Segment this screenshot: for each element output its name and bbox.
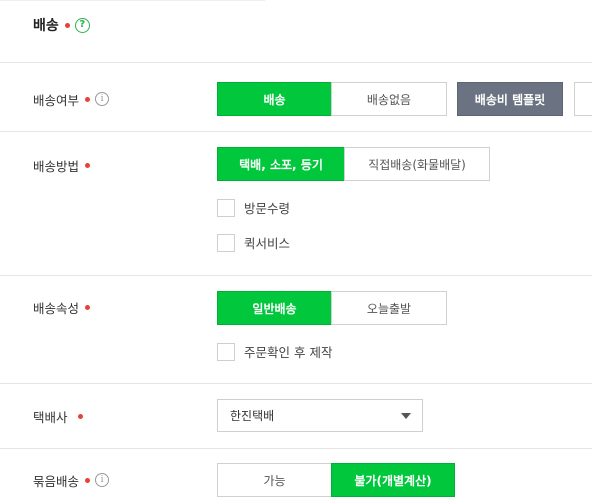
bundle-available-button[interactable]: 가능	[217, 463, 332, 497]
delivery-method-label-group: 배송방법	[33, 157, 91, 174]
checkbox-box[interactable]	[217, 342, 235, 361]
direct-delivery-button[interactable]: 직접배송(화물배달)	[344, 147, 490, 181]
same-day-dispatch-button[interactable]: 오늘출발	[331, 291, 447, 325]
checkbox-label: 퀵서비스	[244, 236, 291, 251]
checkbox-label: 주문확인 후 제작	[244, 345, 333, 360]
divider	[0, 448, 592, 449]
next-button-partial[interactable]	[574, 82, 592, 116]
divider	[0, 383, 592, 384]
bundle-unavailable-button[interactable]: 불가(개별계산)	[331, 463, 455, 497]
bundle-delivery-label: 묶음배송	[33, 473, 80, 489]
divider	[0, 275, 592, 276]
delivery-none-button[interactable]: 배송없음	[331, 82, 447, 116]
info-icon[interactable]: i	[95, 473, 110, 487]
parcel-delivery-button[interactable]: 택배, 소포, 등기	[217, 147, 345, 181]
quick-service-checkbox[interactable]: 퀵서비스	[217, 233, 290, 252]
delivery-status-label: 배송여부	[33, 92, 80, 108]
section-header: 배송 ?	[33, 15, 90, 35]
checkbox-box[interactable]	[217, 198, 235, 217]
section-title: 배송	[33, 18, 59, 34]
delivery-yes-button[interactable]: 배송	[217, 82, 332, 116]
required-indicator	[85, 96, 91, 102]
delivery-status-label-group: 배송여부 i	[33, 91, 110, 108]
shipping-fee-template-button[interactable]: 배송비 템플릿	[457, 82, 563, 116]
courier-label: 택배사	[33, 409, 68, 425]
top-divider	[0, 0, 265, 1]
required-indicator	[85, 304, 91, 310]
info-icon[interactable]: i	[95, 92, 110, 106]
required-indicator	[64, 22, 70, 28]
made-to-order-checkbox[interactable]: 주문확인 후 제작	[217, 342, 332, 361]
delivery-attribute-label: 배송속성	[33, 300, 80, 316]
delivery-method-label: 배송방법	[33, 158, 80, 174]
courier-select[interactable]: 한진택배	[217, 399, 423, 432]
required-indicator	[77, 413, 83, 419]
standard-delivery-button[interactable]: 일반배송	[217, 291, 332, 325]
checkbox-box[interactable]	[217, 233, 235, 252]
bundle-delivery-label-group: 묶음배송 i	[33, 472, 110, 489]
visit-pickup-checkbox[interactable]: 방문수령	[217, 198, 290, 217]
delivery-attribute-label-group: 배송속성	[33, 299, 91, 316]
courier-select-value: 한진택배	[230, 409, 275, 423]
checkbox-label: 방문수령	[244, 201, 291, 216]
divider	[0, 131, 592, 132]
required-indicator	[85, 477, 91, 483]
required-indicator	[85, 162, 91, 168]
help-icon[interactable]: ?	[74, 17, 90, 33]
divider	[0, 62, 592, 63]
chevron-down-icon	[401, 413, 411, 419]
courier-label-group: 택배사	[33, 408, 83, 425]
